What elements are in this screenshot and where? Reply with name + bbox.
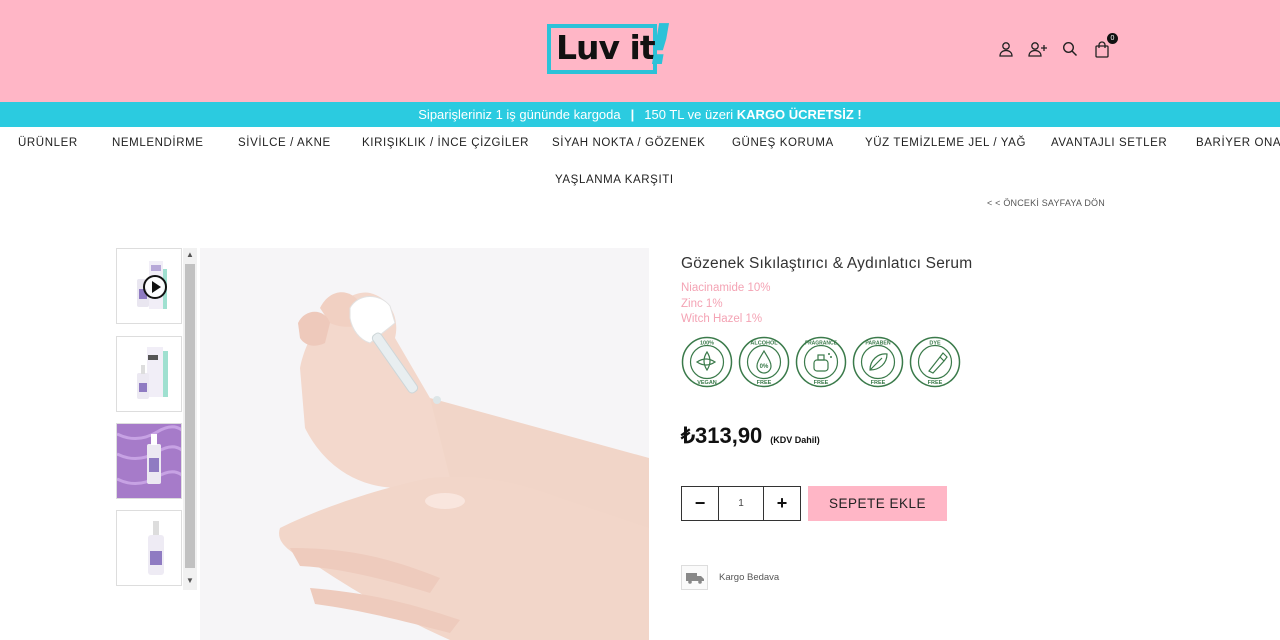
nav-item-avantajli-setler[interactable]: AVANTAJLI SETLER <box>1051 137 1196 149</box>
main-product-image[interactable] <box>200 248 649 640</box>
nav-item-nemlendirme[interactable]: NEMLENDİRME <box>112 137 238 149</box>
product-info: Gözenek Sıkılaştırıcı & Aydınlatıcı Seru… <box>681 255 1161 388</box>
quantity-increase-button[interactable]: + <box>764 487 800 520</box>
header-icons: 0 <box>996 33 1118 60</box>
announcement-shipping-time: Siparişleriniz 1 iş gününde kargoda <box>418 107 621 122</box>
thumbnail-product-box[interactable] <box>116 336 182 412</box>
ingredient-item: Witch Hazel 1% <box>681 313 763 325</box>
back-link[interactable]: < < ÖNCEKİ SAYFAYA DÖN <box>987 198 1105 208</box>
announcement-threshold: 150 TL ve üzeri <box>644 107 734 122</box>
price-row: ₺313,90 (KDV Dahil) <box>681 423 820 449</box>
svg-text:FRAGRANCE: FRAGRANCE <box>805 340 838 346</box>
ingredient-list: Niacinamide 10% Zinc 1% Witch Hazel 1% <box>681 281 1161 328</box>
nav-item-sivilce-akne[interactable]: SİVİLCE / AKNE <box>238 137 362 149</box>
svg-text:0%: 0% <box>760 364 769 370</box>
shipping-label: Kargo Bedava <box>719 572 780 583</box>
svg-text:VEGAN: VEGAN <box>697 380 717 386</box>
cart-count-badge: 0 <box>1107 33 1118 44</box>
price-tax-note: (KDV Dahil) <box>770 435 820 445</box>
product-title: Gözenek Sıkılaştırıcı & Aydınlatıcı Seru… <box>681 255 973 272</box>
announcement-free-label: KARGO ÜCRETSİZ ! <box>736 107 862 122</box>
nav-item-gunes-koruma[interactable]: GÜNEŞ KORUMA <box>732 137 865 149</box>
add-user-icon[interactable] <box>1028 39 1048 59</box>
site-header: Luv it ! 0 <box>0 0 1280 102</box>
quantity-input[interactable]: 1 <box>718 487 764 520</box>
nav-item-yaslanma-karsiti[interactable]: YAŞLANMA KARŞITI <box>555 174 674 186</box>
svg-text:100%: 100% <box>700 340 714 346</box>
svg-text:PARABEN: PARABEN <box>865 340 891 346</box>
announcement-free-shipping: 150 TL ve üzeri KARGO ÜCRETSİZ ! <box>644 107 861 122</box>
search-icon[interactable] <box>1060 39 1080 59</box>
add-to-cart-button[interactable]: SEPETE EKLE <box>808 486 947 521</box>
paraben-free-badge-icon: PARABEN FREE <box>852 336 904 387</box>
truck-icon <box>681 565 708 590</box>
nav-item-siyah-nokta[interactable]: SİYAH NOKTA / GÖZENEK <box>552 137 732 149</box>
svg-text:FREE: FREE <box>871 380 886 386</box>
shopping-bag-icon[interactable]: 0 <box>1092 33 1118 59</box>
svg-text:DYE: DYE <box>929 340 941 346</box>
svg-text:FREE: FREE <box>814 380 829 386</box>
fragrance-free-badge-icon: FRAGRANCE FREE <box>795 336 847 387</box>
quantity-stepper: − 1 + <box>681 486 801 521</box>
svg-text:FREE: FREE <box>757 380 772 386</box>
ingredient-item: Niacinamide 10% <box>681 282 771 294</box>
product-price: ₺313,90 <box>681 423 763 448</box>
announcement-bar: Siparişleriniz 1 iş gününde kargoda | 15… <box>0 102 1280 127</box>
brand-logo[interactable]: Luv it ! <box>547 13 679 78</box>
shipping-info: Kargo Bedava <box>681 565 779 590</box>
alcohol-free-badge-icon: ALCOHOL FREE 0% <box>738 336 790 387</box>
thumbnail-bottle[interactable] <box>116 510 182 586</box>
vegan-badge-icon: 100% VEGAN <box>681 336 733 387</box>
dye-free-badge-icon: DYE FREE <box>909 336 961 387</box>
announcement-separator: | <box>630 107 635 122</box>
nav-item-kirisiklik[interactable]: KIRIŞIKLIK / İNCE ÇİZGİLER <box>362 137 552 149</box>
scrollbar-thumb[interactable] <box>185 264 195 568</box>
scroll-down-icon[interactable]: ▼ <box>186 576 194 585</box>
scroll-up-icon[interactable]: ▲ <box>186 250 194 259</box>
quantity-decrease-button[interactable]: − <box>682 487 718 520</box>
svg-text:FREE: FREE <box>928 380 943 386</box>
thumbnail-purple-background[interactable] <box>116 423 182 499</box>
nav-row: ÜRÜNLER NEMLENDİRME SİVİLCE / AKNE KIRIŞ… <box>18 137 1280 149</box>
nav-item-yuz-temizleme[interactable]: YÜZ TEMİZLEME JEL / YAĞ <box>865 137 1051 149</box>
thumbnail-gallery: ▲ ▼ <box>116 248 198 590</box>
svg-text:ALCOHOL: ALCOHOL <box>750 340 778 346</box>
nav-item-urunler[interactable]: ÜRÜNLER <box>18 137 112 149</box>
nav-item-bariyer-onar[interactable]: BARİYER ONAR <box>1196 137 1280 149</box>
ingredient-item: Zinc 1% <box>681 297 723 310</box>
user-icon[interactable] <box>996 39 1016 59</box>
thumbnail-scrollbar[interactable]: ▲ ▼ <box>183 248 197 590</box>
product-badges: 100% VEGAN ALCOHOL FREE 0% FRAGRANCE FRE… <box>681 336 1161 388</box>
logo-text: Luv it <box>556 28 656 67</box>
thumbnail-video[interactable] <box>116 248 182 324</box>
